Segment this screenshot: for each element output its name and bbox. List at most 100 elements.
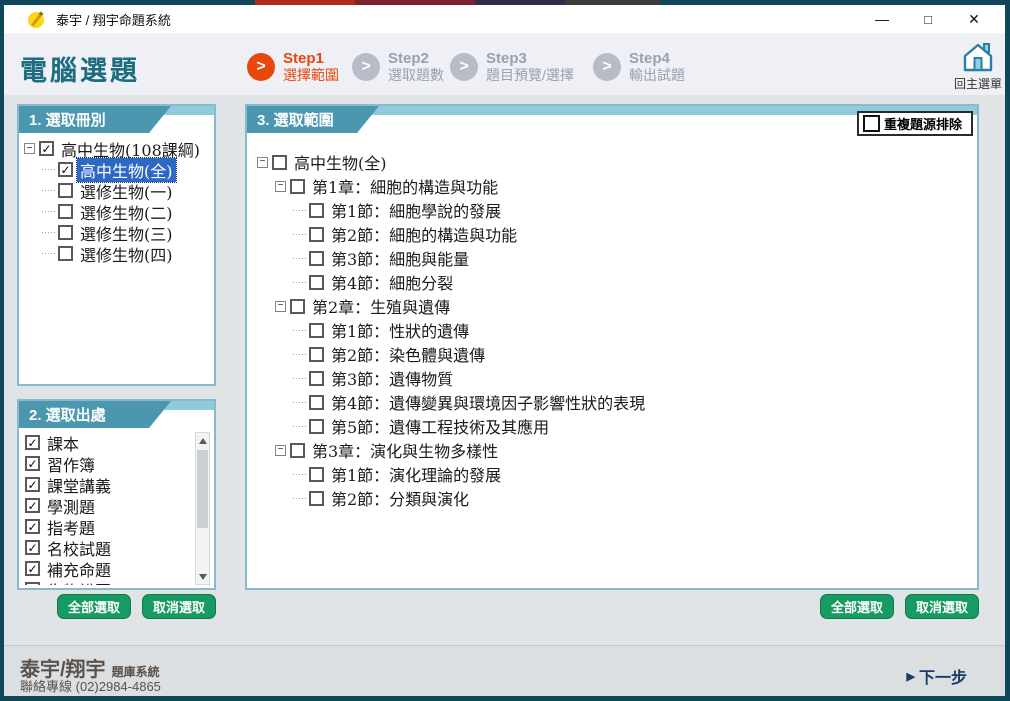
tree-checkbox[interactable] (272, 155, 287, 170)
title-bar: 泰宇 / 翔宇命題系統 — □ ✕ (4, 5, 1005, 33)
deselect-all-sources-button[interactable]: 取消選取 (142, 594, 216, 619)
tree-row[interactable]: 第2節：細胞的構造與功能 (257, 222, 974, 246)
tree-checkbox[interactable] (309, 419, 324, 434)
tree-row[interactable]: 第4節：細胞分裂 (257, 270, 974, 294)
tree-row[interactable]: 選修生物(二) (24, 201, 211, 222)
tree-checkbox[interactable] (309, 251, 324, 266)
source-checkbox[interactable]: ✓ (25, 456, 40, 471)
tree-item-label[interactable]: 第3節：細胞與能量 (328, 246, 472, 270)
source-list-item[interactable]: ✓課本 (25, 432, 193, 453)
tree-checkbox[interactable] (58, 246, 73, 261)
tree-item-label[interactable]: 第1章：細胞的構造與功能 (309, 174, 501, 198)
source-checkbox[interactable]: ✓ (25, 582, 40, 585)
source-list-item[interactable]: ✓ 生物說圖 (25, 579, 193, 585)
tree-row[interactable]: − 第2章：生殖與遺傳 (257, 294, 974, 318)
tree-row[interactable]: 選修生物(三) (24, 222, 211, 243)
source-checkbox[interactable]: ✓ (25, 540, 40, 555)
tree-checkbox[interactable] (290, 179, 305, 194)
minimize-icon[interactable]: — (859, 5, 905, 33)
tree-checkbox[interactable] (309, 395, 324, 410)
tree-row[interactable]: 選修生物(一) (24, 180, 211, 201)
tree-row[interactable]: 第3節：遺傳物質 (257, 366, 974, 390)
tree-row[interactable]: 第2節：染色體與遺傳 (257, 342, 974, 366)
tree-collapse-icon[interactable]: − (275, 181, 286, 192)
tree-item-label[interactable]: 第5節：遺傳工程技術及其應用 (328, 414, 552, 438)
source-list-item[interactable]: ✓學測題 (25, 495, 193, 516)
tree-checkbox[interactable] (309, 227, 324, 242)
maximize-icon[interactable]: □ (905, 5, 951, 33)
tree-checkbox[interactable] (309, 203, 324, 218)
tree-item-label[interactable]: 第2節：染色體與遺傳 (328, 342, 488, 366)
source-label[interactable]: 生物說圖 (44, 578, 114, 586)
tree-checkbox[interactable] (309, 275, 324, 290)
source-list-item[interactable]: ✓習作簿 (25, 453, 193, 474)
tree-connector-line (42, 190, 56, 191)
tree-row[interactable]: − 第1章：細胞的構造與功能 (257, 174, 974, 198)
tree-item-label[interactable]: 第2章：生殖與遺傳 (309, 294, 453, 318)
tree-row[interactable]: 第3節：細胞與能量 (257, 246, 974, 270)
tree-row[interactable]: − 第3章：演化與生物多樣性 (257, 438, 974, 462)
deselect-all-scope-button[interactable]: 取消選取 (905, 594, 979, 619)
tree-item-label[interactable]: 第3節：遺傳物質 (328, 366, 456, 390)
tree-row[interactable]: 第1節：演化理論的發展 (257, 462, 974, 486)
tree-item-label[interactable]: 第2節：分類與演化 (328, 486, 472, 510)
tree-collapse-icon[interactable]: − (275, 301, 286, 312)
source-checkbox[interactable]: ✓ (25, 519, 40, 534)
tree-checkbox[interactable] (309, 467, 324, 482)
tree-connector-line (293, 426, 307, 427)
tree-item-label[interactable]: 第1節：細胞學說的發展 (328, 198, 504, 222)
scroll-up-icon[interactable] (196, 433, 209, 448)
tree-row[interactable]: 第4節：遺傳變異與環境因子影響性狀的表現 (257, 390, 974, 414)
source-list-item[interactable]: ✓指考題 (25, 516, 193, 537)
tree-item-label[interactable]: 第4節：細胞分裂 (328, 270, 456, 294)
tree-row[interactable]: −✓高中生物(108課綱) (24, 138, 211, 159)
dedupe-option[interactable]: 重複題源排除 (857, 111, 973, 136)
tree-item-label[interactable]: 選修生物(四) (77, 242, 176, 266)
tree-item-label[interactable]: 第4節：遺傳變異與環境因子影響性狀的表現 (328, 390, 648, 414)
tree-collapse-icon[interactable]: − (257, 157, 268, 168)
tree-item-label[interactable]: 第1節：性狀的遺傳 (328, 318, 472, 342)
source-checkbox[interactable]: ✓ (25, 498, 40, 513)
tree-row[interactable]: 第5節：遺傳工程技術及其應用 (257, 414, 974, 438)
select-all-scope-button[interactable]: 全部選取 (820, 594, 894, 619)
tree-item-label[interactable]: 第1節：演化理論的發展 (328, 462, 504, 486)
tree-row[interactable]: − 高中生物(全) (257, 150, 974, 174)
tree-checkbox[interactable] (290, 299, 305, 314)
source-list-item[interactable]: ✓名校試題 (25, 537, 193, 558)
tree-checkbox[interactable] (309, 347, 324, 362)
step-arrow-icon: > (247, 53, 275, 81)
tree-item-label[interactable]: 第3章：演化與生物多樣性 (309, 438, 501, 462)
tree-item-label[interactable]: 第2節：細胞的構造與功能 (328, 222, 520, 246)
tree-checkbox[interactable] (290, 443, 305, 458)
tree-checkbox[interactable] (58, 183, 73, 198)
next-step-button[interactable]: ▶ 下一步 (907, 664, 967, 688)
tree-collapse-icon[interactable]: − (24, 143, 35, 154)
tree-checkbox[interactable]: ✓ (39, 141, 54, 156)
source-checkbox[interactable]: ✓ (25, 477, 40, 492)
source-checkbox[interactable]: ✓ (25, 435, 40, 450)
tree-checkbox[interactable] (58, 204, 73, 219)
scrollbar-thumb[interactable] (197, 450, 208, 528)
tree-checkbox[interactable] (309, 371, 324, 386)
tree-row[interactable]: ✓高中生物(全) (24, 159, 211, 180)
source-list-item[interactable]: ✓補充命題 (25, 558, 193, 579)
tree-row[interactable]: 第1節：性狀的遺傳 (257, 318, 974, 342)
tree-checkbox[interactable] (58, 225, 73, 240)
tree-checkbox[interactable] (309, 491, 324, 506)
source-checkbox[interactable]: ✓ (25, 561, 40, 576)
tree-row[interactable]: 第1節：細胞學說的發展 (257, 198, 974, 222)
tree-collapse-icon[interactable]: − (275, 445, 286, 456)
tree-item-label[interactable]: 高中生物(全) (291, 150, 390, 174)
source-list-item[interactable]: ✓課堂講義 (25, 474, 193, 495)
tree-row[interactable]: 第2節：分類與演化 (257, 486, 974, 510)
close-icon[interactable]: ✕ (951, 5, 997, 33)
scroll-down-icon[interactable] (196, 569, 209, 584)
tree-checkbox[interactable] (309, 323, 324, 338)
tree-checkbox[interactable]: ✓ (58, 162, 73, 177)
tree-row[interactable]: 選修生物(四) (24, 243, 211, 264)
dedupe-checkbox[interactable] (863, 115, 880, 132)
home-button[interactable]: 回主選單 (949, 41, 1007, 95)
select-all-sources-button[interactable]: 全部選取 (57, 594, 131, 619)
window-border-right (1005, 0, 1010, 701)
source-list-scrollbar[interactable] (195, 432, 210, 585)
